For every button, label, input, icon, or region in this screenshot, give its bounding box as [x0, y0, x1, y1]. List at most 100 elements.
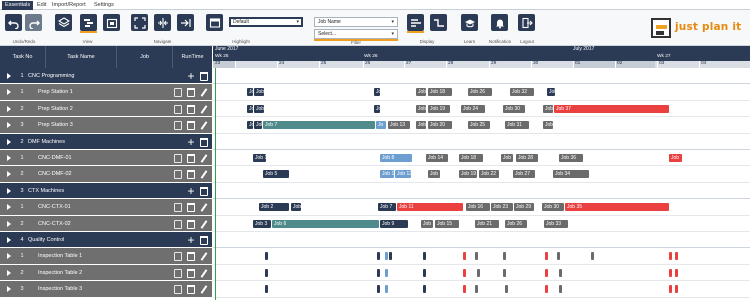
display-steps-button[interactable] — [430, 14, 447, 31]
tab-settings[interactable]: Settings — [91, 1, 117, 10]
job-bar[interactable]: Job 18 — [428, 88, 452, 97]
job-bar[interactable]: Job 14 — [426, 154, 448, 162]
job-bar[interactable]: Job 24 — [461, 104, 485, 113]
job-marker[interactable] — [669, 268, 672, 277]
tab-edit[interactable]: Edit — [34, 1, 49, 10]
job-bar[interactable]: Jo — [376, 121, 386, 130]
job-bar[interactable]: Job 3 — [253, 219, 271, 228]
filter-value-select[interactable]: Select... ▾ — [314, 29, 398, 39]
job-bar[interactable]: Job 37 — [554, 104, 669, 113]
trash-icon[interactable] — [187, 170, 195, 180]
job-marker[interactable] — [559, 285, 562, 294]
expand-triangle-icon[interactable] — [7, 138, 11, 145]
edit-icon[interactable] — [200, 285, 208, 294]
job-bar[interactable]: Job — [501, 154, 513, 162]
learn-button[interactable] — [461, 14, 478, 31]
job-marker[interactable] — [675, 252, 678, 261]
job-bar[interactable]: Job 36 — [559, 154, 583, 162]
job-bar[interactable]: Job 9 — [380, 219, 408, 228]
job-bar[interactable]: Job 7 — [378, 203, 396, 212]
job-marker[interactable] — [423, 285, 426, 294]
group-row[interactable]: 3 CTX Machines + — [0, 182, 750, 200]
resource-row[interactable]: 2 Prep Station 2 Jo Job Jo Job Job 19 Jo… — [0, 100, 750, 118]
job-marker[interactable] — [463, 285, 466, 294]
job-bar[interactable]: Job — [416, 121, 426, 130]
job-bar[interactable]: Job 1 — [253, 154, 266, 162]
resource-row[interactable]: 2 CNC-CTX-02 Job 3 Job 6 Job 9 Job Job 1… — [0, 215, 750, 232]
job-bar[interactable]: Job 27 — [513, 170, 535, 179]
job-bar[interactable]: Job 31 — [505, 121, 529, 130]
job-bar[interactable]: Job 26 — [505, 219, 527, 228]
job-marker[interactable] — [591, 252, 594, 261]
calendar-view-button[interactable] — [103, 14, 120, 31]
redo-button[interactable] — [25, 14, 42, 31]
resource-row[interactable]: 2 CNC-DMF-02 Job 5 Job 1 Job 12 Job Job … — [0, 166, 750, 183]
job-bar[interactable]: Job 1 — [380, 170, 394, 179]
edit-icon[interactable] — [200, 88, 208, 98]
copy-icon[interactable] — [174, 121, 182, 131]
edit-icon[interactable] — [200, 219, 208, 229]
job-marker[interactable] — [377, 268, 380, 277]
copy-icon[interactable] — [174, 268, 182, 278]
column-header-task-name[interactable]: Task Name — [46, 54, 116, 60]
job-bar[interactable]: Job 12 — [395, 170, 411, 179]
job-bar[interactable]: Job 22 — [479, 170, 499, 179]
job-bar[interactable]: Job — [416, 104, 426, 113]
add-icon[interactable]: + — [186, 234, 196, 246]
expand-triangle-icon[interactable] — [7, 253, 11, 260]
job-bar[interactable]: Job 20 — [428, 121, 452, 130]
job-bar[interactable]: Job — [428, 170, 440, 179]
job-marker[interactable] — [477, 268, 480, 277]
column-header-runtime[interactable]: RunTime — [173, 54, 212, 60]
job-marker[interactable] — [389, 252, 392, 261]
job-marker[interactable] — [669, 285, 672, 294]
trash-icon[interactable] — [187, 121, 195, 131]
edit-icon[interactable] — [200, 252, 208, 262]
job-bar[interactable]: Job — [254, 88, 264, 97]
job-marker[interactable] — [385, 252, 388, 261]
job-marker[interactable] — [385, 268, 388, 277]
job-bar[interactable]: Job 30 — [542, 203, 564, 212]
edit-icon[interactable] — [200, 121, 208, 130]
expand-triangle-icon[interactable] — [7, 204, 11, 211]
job-bar[interactable]: Job 13 — [388, 121, 410, 130]
job-bar[interactable]: Job 16 — [466, 203, 490, 212]
add-icon[interactable]: + — [186, 136, 196, 148]
filter-field-select[interactable]: Job Name ▾ — [314, 17, 398, 27]
expand-triangle-icon[interactable] — [7, 73, 11, 79]
resource-row[interactable]: 1 CNC-DMF-01 Job 1 Job 8 Job 14 Job 18 J… — [0, 150, 750, 167]
job-marker[interactable] — [557, 252, 560, 261]
job-bar[interactable]: Jo — [374, 104, 380, 113]
scroll-end-button[interactable] — [177, 14, 194, 31]
trash-icon[interactable] — [187, 88, 195, 98]
edit-icon[interactable] — [200, 105, 208, 114]
job-bar[interactable]: Job — [421, 219, 433, 228]
job-bar[interactable]: Job 30 — [503, 104, 525, 113]
job-bar[interactable]: Job — [669, 154, 682, 162]
tab-essentials[interactable]: Essentials — [2, 1, 34, 10]
expand-triangle-icon[interactable] — [7, 89, 11, 96]
job-marker[interactable] — [675, 285, 678, 294]
logout-button[interactable] — [518, 14, 535, 31]
trash-icon[interactable] — [187, 154, 195, 163]
highlight-select[interactable]: Default ▾ — [229, 17, 303, 27]
column-header-task-no[interactable]: Task No — [0, 54, 45, 60]
edit-icon[interactable] — [200, 170, 208, 180]
zoom-in-button[interactable] — [154, 14, 171, 31]
trash-icon[interactable] — [200, 236, 208, 245]
job-bar[interactable]: Job 26 — [468, 88, 492, 97]
expand-triangle-icon[interactable] — [7, 286, 11, 293]
group-row[interactable]: 2 DMF Machines + — [0, 133, 750, 150]
copy-icon[interactable] — [174, 154, 182, 163]
job-bar[interactable]: Job 15 — [435, 219, 459, 228]
trash-icon[interactable] — [187, 219, 195, 229]
group-row[interactable]: 4 Quality Control + — [0, 232, 750, 249]
job-bar[interactable]: Jo — [247, 104, 253, 113]
job-bar[interactable]: Job — [254, 104, 264, 113]
job-bar[interactable]: Job — [291, 203, 301, 212]
trash-icon[interactable] — [200, 186, 208, 196]
expand-triangle-icon[interactable] — [7, 187, 11, 194]
trash-icon[interactable] — [187, 104, 195, 114]
job-bar[interactable]: Job — [543, 104, 553, 113]
highlight-button[interactable] — [206, 14, 223, 31]
